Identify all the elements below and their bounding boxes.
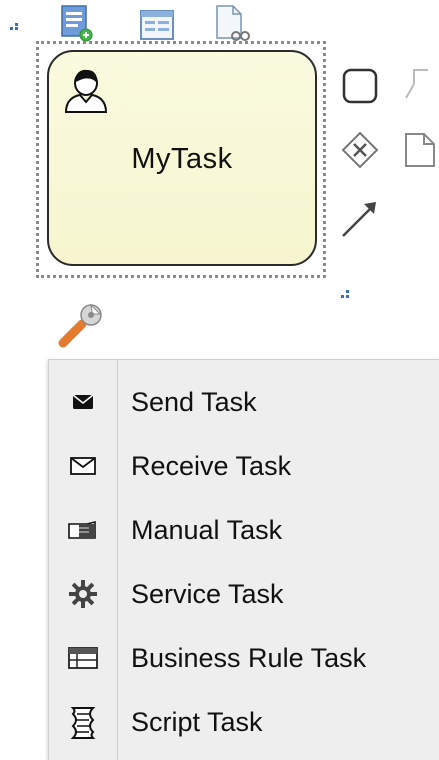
menu-item-label: Receive Task <box>131 451 292 481</box>
wrench-icon[interactable] <box>56 302 104 350</box>
data-object-icon[interactable] <box>400 130 439 170</box>
selection-corner-bottom-right[interactable] <box>341 290 351 300</box>
hand-icon <box>68 520 96 539</box>
menu-item-label: Service Task <box>131 579 284 609</box>
selection-corner-top-left[interactable] <box>10 23 20 33</box>
menu-item-label: Script Task <box>131 707 263 737</box>
exclusive-gateway-icon[interactable] <box>340 130 380 170</box>
menu-item-service-task[interactable]: Service Task <box>49 562 439 626</box>
sequence-flow-icon[interactable] <box>338 198 378 238</box>
form-icon[interactable] <box>138 6 176 44</box>
document-properties-icon[interactable] <box>212 4 250 42</box>
task-label[interactable]: MyTask <box>47 143 317 176</box>
menu-item-receive-task[interactable]: Receive Task <box>49 434 439 498</box>
menu-item-manual-task[interactable]: Manual Task <box>49 498 439 562</box>
receive-envelope-icon <box>70 457 96 475</box>
user-task-icon <box>64 69 108 113</box>
menu-item-label: Send Task <box>131 387 257 417</box>
gear-icon <box>69 580 97 608</box>
menu-item-script-task[interactable]: Script Task <box>49 690 439 754</box>
task-type-menu: Send Task Receive Task Manual Task Servi… <box>48 359 439 760</box>
table-icon <box>68 647 98 669</box>
menu-item-label: Manual Task <box>131 515 283 545</box>
menu-item-send-task[interactable]: Send Task <box>49 370 439 434</box>
task-icon[interactable] <box>340 66 380 106</box>
script-icon <box>70 707 96 739</box>
text-annotation-icon[interactable] <box>398 64 438 104</box>
menu-item-business-rule-task[interactable]: Business Rule Task <box>49 626 439 690</box>
add-data-object-icon[interactable] <box>58 4 96 42</box>
send-envelope-icon <box>72 394 94 409</box>
menu-item-label: Business Rule Task <box>131 643 367 673</box>
